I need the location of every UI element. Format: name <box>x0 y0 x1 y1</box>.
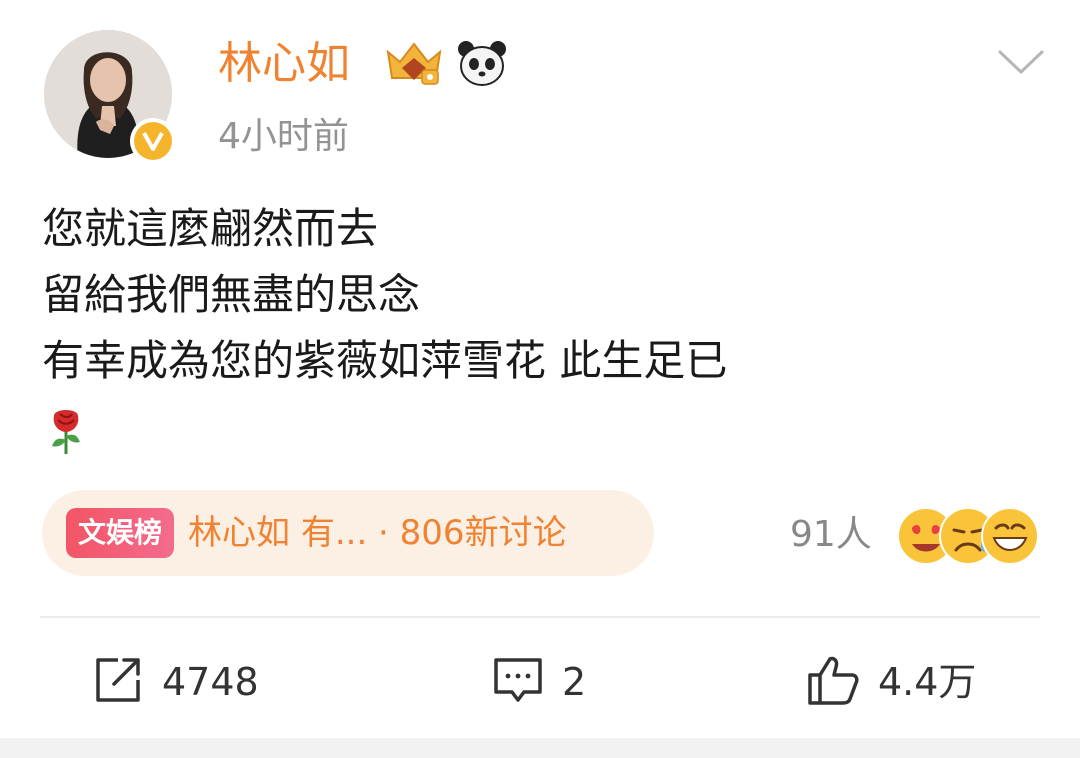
post-body: 您就這麼翩然而去 留給我們無盡的思念 有幸成為您的紫薇如萍雪花 此生足已 <box>42 196 1042 394</box>
like-count: 4.4万 <box>878 660 977 704</box>
like-icon <box>806 653 860 711</box>
bottom-separator <box>0 738 1080 758</box>
topic-pill[interactable]: 文娱榜 林心如 有... · 806新讨论 <box>42 490 654 576</box>
topic-text: 林心如 有... · 806新讨论 <box>188 513 567 553</box>
reaction-count[interactable]: 91人 <box>790 510 872 560</box>
post-timestamp: 4小时前 <box>218 116 349 157</box>
comment-count: 2 <box>562 660 587 704</box>
repost-icon <box>92 654 144 710</box>
topic-tag: 文娱榜 <box>66 508 175 558</box>
repost-button[interactable]: 4748 <box>92 652 259 712</box>
panda-icon[interactable] <box>456 38 508 88</box>
like-button[interactable]: 4.4万 <box>806 652 976 712</box>
username[interactable]: 林心如 <box>218 34 350 94</box>
rose-icon <box>48 406 84 456</box>
repost-count: 4748 <box>162 660 259 704</box>
post-line: 有幸成為您的紫薇如萍雪花 此生足已 <box>42 336 728 385</box>
divider <box>40 616 1040 618</box>
crown-icon[interactable] <box>382 38 446 88</box>
verified-badge-icon <box>130 118 176 164</box>
comment-button[interactable]: 2 <box>492 652 586 712</box>
reaction-emoji-stack[interactable] <box>896 506 1040 566</box>
post-line: 您就這麼翩然而去 <box>42 204 379 253</box>
post-line: 留給我們無盡的思念 <box>42 270 421 319</box>
chevron-down-icon[interactable] <box>996 44 1046 80</box>
laughing-emoji-icon <box>981 507 1039 565</box>
comment-icon <box>492 654 544 710</box>
